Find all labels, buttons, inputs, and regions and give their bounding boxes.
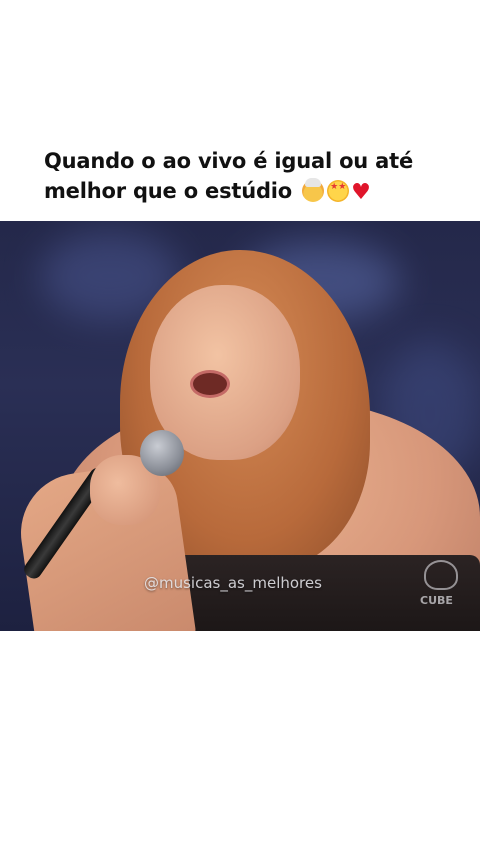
star-struck-icon [327, 180, 350, 202]
stage-light [240, 241, 400, 321]
red-heart-icon: ♥ [351, 180, 371, 205]
video-player[interactable] [0, 221, 480, 631]
caption-line-1: Quando o ao vivo é igual ou até [44, 149, 414, 173]
caption-line-2: melhor que o estúdio ♥ [44, 176, 464, 208]
stage-light [380, 341, 480, 481]
stage-light [40, 231, 180, 321]
caption-line-2-text: melhor que o estúdio [44, 179, 293, 203]
exploding-head-icon [302, 178, 325, 202]
post-caption: Quando o ao vivo é igual ou até melhor q… [44, 146, 464, 208]
